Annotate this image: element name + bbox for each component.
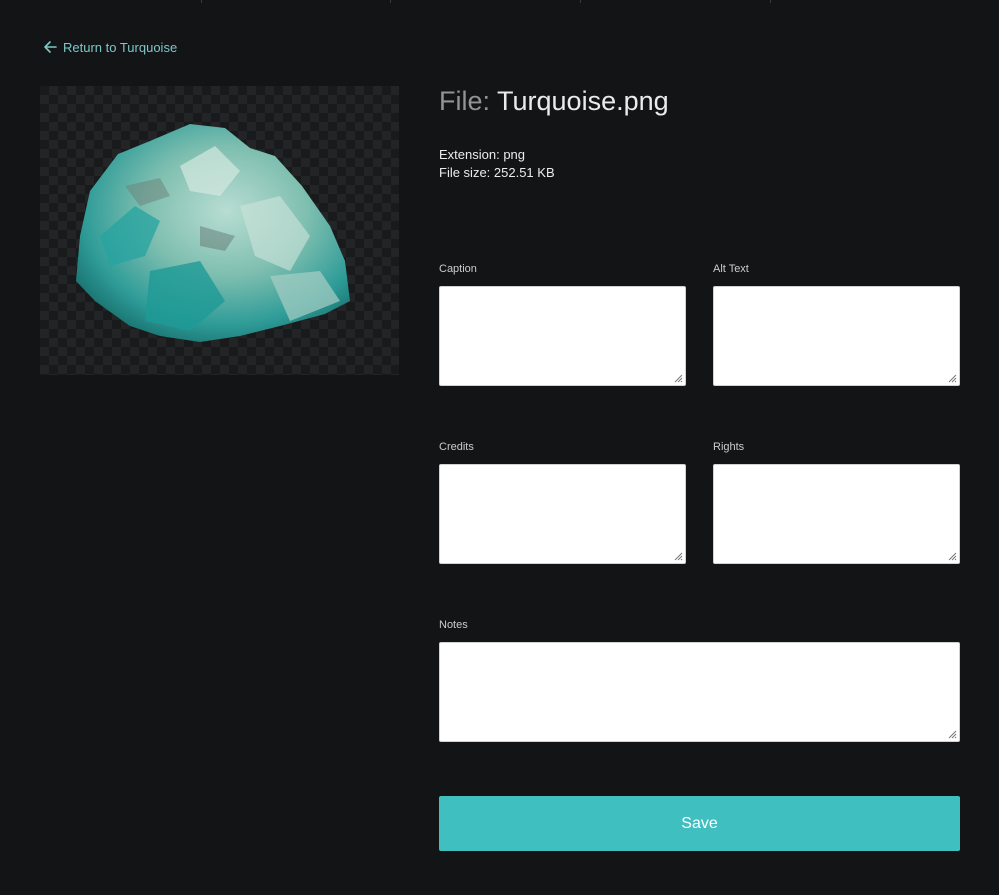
resize-grip-icon[interactable] [947,551,957,561]
credits-field[interactable] [439,464,686,564]
alt-text-field[interactable] [713,286,960,386]
resize-grip-icon[interactable] [673,373,683,383]
file-name: Turquoise.png [497,86,669,116]
caption-label: Caption [439,263,477,275]
rights-label: Rights [713,441,745,453]
page-title: File: Turquoise.png [439,86,669,117]
file-edit-page: Return to Turquoise File: Turquoise.png … [0,0,999,895]
file-preview [40,86,399,375]
top-tab-strip [0,0,999,3]
save-button[interactable]: Save [439,796,960,851]
file-extension: Extension: png [439,147,526,162]
caption-field[interactable] [439,286,686,386]
turquoise-stone-image [76,124,350,342]
arrow-left-icon [44,41,57,53]
file-title-prefix: File: [439,86,491,116]
notes-label: Notes [439,619,468,631]
resize-grip-icon[interactable] [947,373,957,383]
resize-grip-icon[interactable] [947,729,957,739]
resize-grip-icon[interactable] [673,551,683,561]
credits-label: Credits [439,441,474,453]
return-link-label: Return to Turquoise [63,39,178,55]
file-size: File size: 252.51 KB [439,165,555,180]
file-meta: Extension: png File size: 252.51 KB [439,146,555,182]
rights-field[interactable] [713,464,960,564]
notes-field[interactable] [439,642,960,742]
alt-text-label: Alt Text [713,263,749,275]
return-link[interactable]: Return to Turquoise [42,39,177,55]
